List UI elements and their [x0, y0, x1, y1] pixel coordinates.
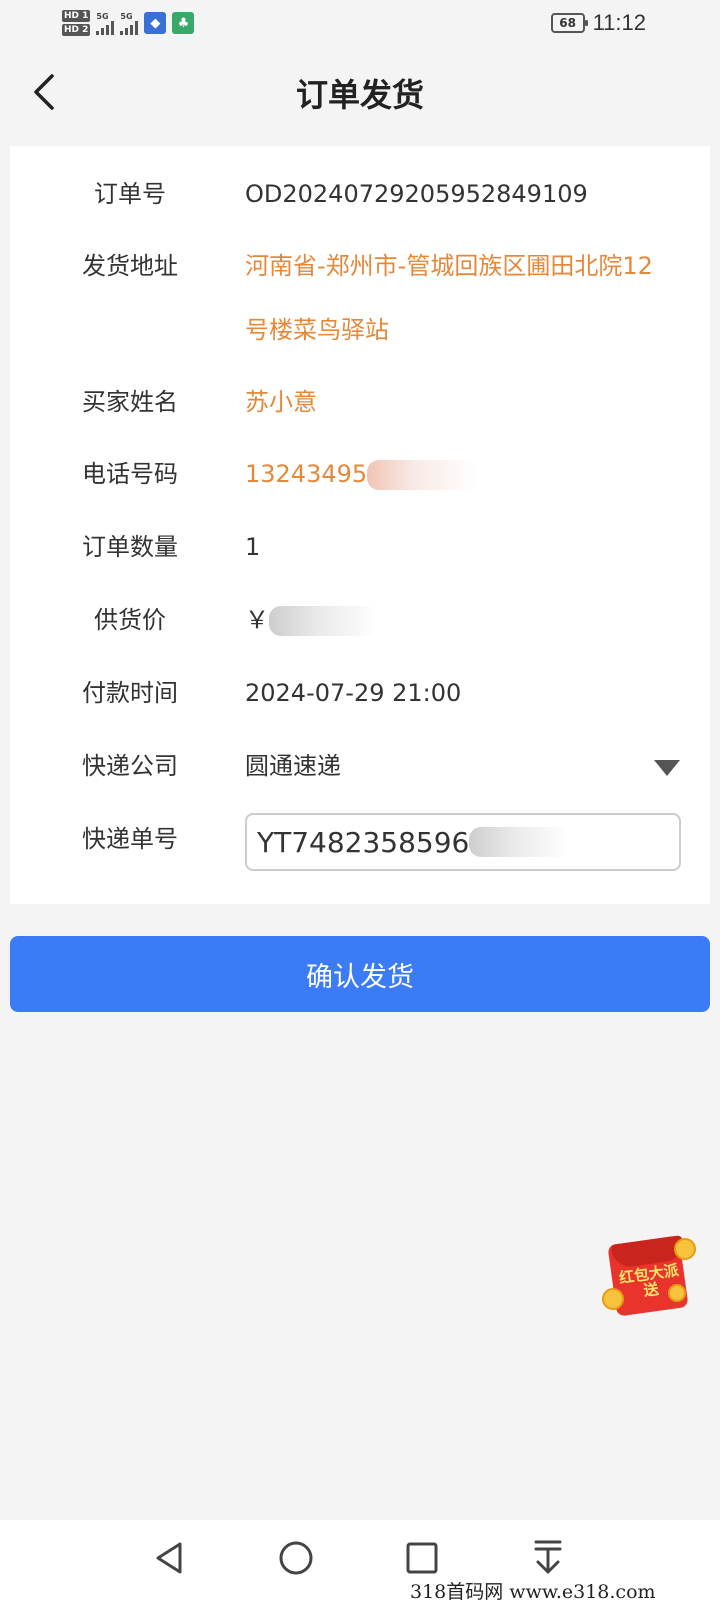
redaction-blur: [469, 827, 570, 857]
battery-icon: 68: [550, 13, 588, 33]
hd-2-icon: HD 2: [62, 24, 91, 36]
app-notification-icon: ◆: [144, 12, 167, 34]
phone-label: 电话号码: [82, 460, 178, 488]
phone-value: 13243495: [245, 460, 368, 488]
signal-1-icon: 5G: [96, 12, 115, 35]
phone-value-wrap: 13243495: [245, 456, 478, 492]
order-number-label: 订单号: [94, 180, 166, 208]
nav-notification-button[interactable]: [524, 1534, 572, 1582]
courier-row[interactable]: 快递公司 圆通速递: [10, 748, 710, 788]
home-circle-icon: [279, 1541, 313, 1575]
tracking-number-input[interactable]: YT7482358596: [245, 813, 681, 871]
notification-pull-icon: [534, 1540, 562, 1574]
supply-price-value-wrap: ￥: [245, 602, 379, 638]
recents-square-icon: [406, 1542, 438, 1574]
tracking-number-value: YT7482358596: [257, 825, 470, 859]
order-card: 订单号 OD20240729205952849109 发货地址 河南省-郑州市-…: [10, 146, 710, 904]
order-number-value: OD20240729205952849109: [245, 180, 588, 208]
buyer-name-label: 买家姓名: [82, 388, 178, 416]
header: 订单发货: [0, 46, 720, 138]
hd-1-icon: HD 1: [62, 10, 91, 22]
app-notification-2-icon: ♣: [172, 12, 195, 34]
address-value: 河南省-郑州市-管城回族区圃田北院12号楼菜鸟驿站: [245, 252, 653, 344]
payment-time-label: 付款时间: [82, 679, 178, 707]
courier-label: 快递公司: [82, 752, 178, 780]
signal-2-icon: 5G: [120, 12, 139, 35]
buyer-name-value: 苏小意: [245, 388, 317, 416]
redaction-blur: [269, 606, 379, 636]
status-left: HD 1 HD 2 5G 5G ◆ ♣: [62, 6, 195, 40]
courier-select-value[interactable]: 圆通速递: [245, 748, 341, 784]
address-label: 发货地址: [82, 252, 178, 280]
nav-home-button[interactable]: [272, 1534, 320, 1582]
status-right: 68 11:12: [550, 10, 646, 36]
back-triangle-icon: [156, 1542, 182, 1574]
quantity-value: 1: [245, 533, 261, 561]
red-packet-promo[interactable]: 红包大派送: [602, 1232, 700, 1322]
supply-price-label: 供货价: [94, 606, 166, 634]
nav-back-button[interactable]: [146, 1534, 194, 1582]
hd-indicators: HD 1 HD 2: [62, 10, 91, 36]
status-bar: HD 1 HD 2 5G 5G ◆ ♣ 68 11:12: [0, 0, 720, 46]
watermark: 318首码网 www.e318.com: [410, 1581, 656, 1600]
page-title: 订单发货: [295, 76, 424, 114]
redaction-blur: [367, 460, 478, 490]
coin-icon: [674, 1238, 696, 1260]
triangle-down-icon[interactable]: [654, 760, 680, 776]
supply-price-value: ￥: [245, 606, 269, 634]
tracking-label: 快递单号: [82, 825, 178, 853]
payment-time-value: 2024-07-29 21:00: [245, 679, 462, 707]
clock: 11:12: [592, 10, 646, 35]
nav-recents-button[interactable]: [398, 1534, 446, 1582]
quantity-label: 订单数量: [82, 533, 178, 561]
confirm-shipment-button[interactable]: 确认发货: [10, 936, 710, 1012]
